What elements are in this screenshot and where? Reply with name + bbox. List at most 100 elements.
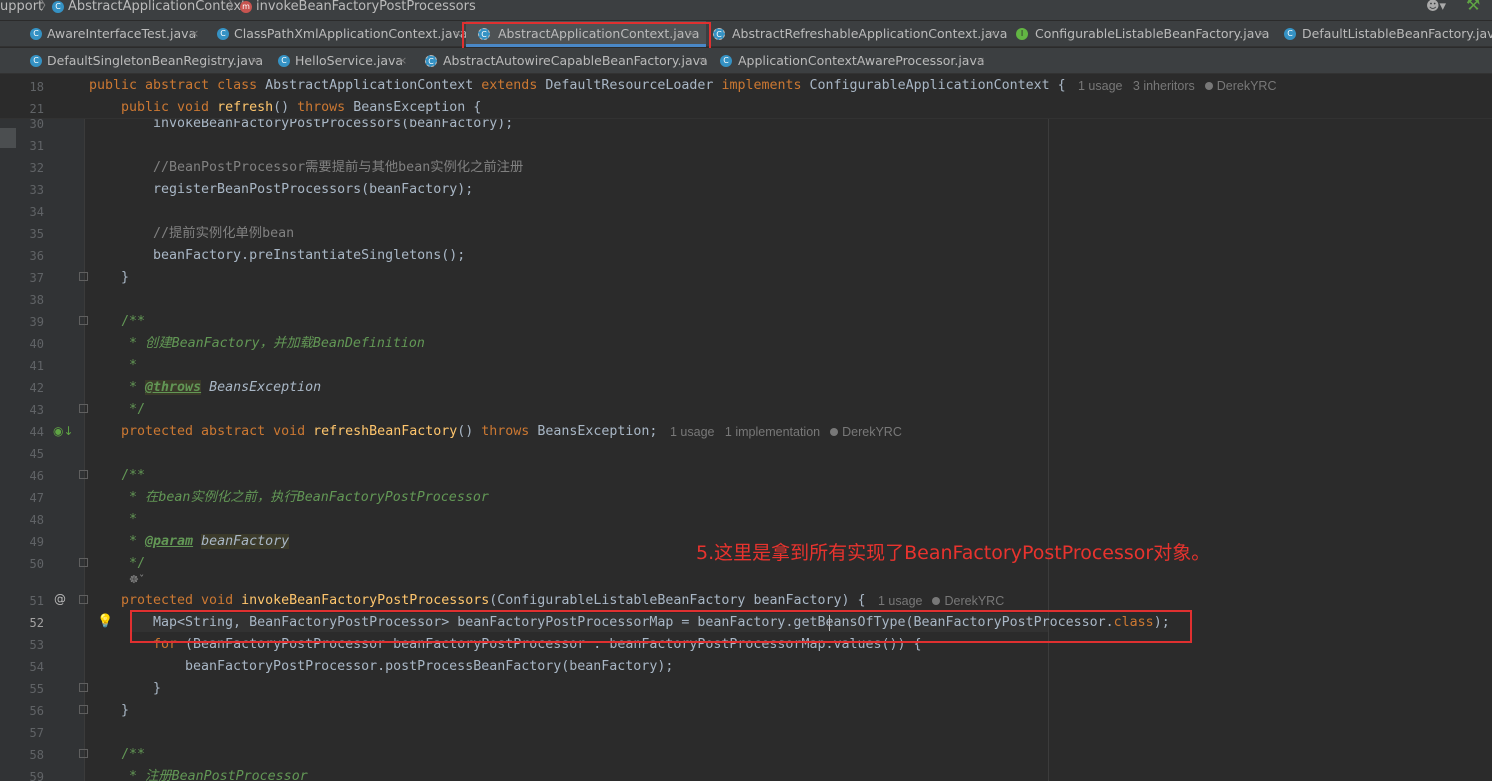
- code-line-37[interactable]: }: [121, 269, 129, 287]
- code-vision-hint[interactable]: 1 usage DerekYRC: [878, 594, 1004, 608]
- tab-default-singleton-bean-registry[interactable]: C DefaultSingletonBeanRegistry.java ×: [30, 48, 263, 74]
- fold-toggle-icon[interactable]: [79, 749, 88, 758]
- fold-toggle-icon[interactable]: [79, 470, 88, 479]
- line-number: 30: [29, 117, 44, 131]
- code-vision-hint[interactable]: 1 usage 3 inheritors DerekYRC: [1078, 79, 1277, 93]
- code-line-54[interactable]: beanFactoryPostProcessor.postProcessBean…: [185, 658, 673, 676]
- close-icon[interactable]: ×: [1257, 21, 1266, 47]
- code-line-46[interactable]: /**: [121, 467, 145, 485]
- gutter-separator: [84, 75, 85, 781]
- fold-toggle-icon[interactable]: [79, 595, 88, 604]
- editor-tabs-row-2: C DefaultSingletonBeanRegistry.java × C …: [0, 48, 1492, 74]
- line-number: 48: [29, 513, 44, 527]
- tab-default-listable-bean-factory[interactable]: C DefaultListableBeanFactory.java: [1284, 21, 1492, 47]
- line-number: 35: [29, 227, 44, 241]
- tab-aware-interface-test[interactable]: C AwareInterfaceTest.java ×: [30, 21, 202, 47]
- fold-toggle-icon[interactable]: [79, 404, 88, 413]
- code-line-56[interactable]: }: [121, 702, 129, 720]
- code-line-43[interactable]: */: [121, 401, 145, 419]
- line-number: 43: [29, 403, 44, 417]
- method-icon: m: [240, 1, 252, 13]
- highlight-box-line-52: [130, 610, 1192, 643]
- tab-application-context-aware-processor[interactable]: C ApplicationContextAwareProcessor.java …: [720, 48, 988, 74]
- fold-toggle-icon[interactable]: [79, 272, 88, 281]
- code-line-42[interactable]: * @throws BeansException: [121, 379, 321, 397]
- class-run-icon: C: [30, 28, 42, 40]
- fold-toggle-icon[interactable]: [79, 683, 88, 692]
- tab-label: ConfigurableListableBeanFactory.java: [1035, 26, 1270, 41]
- class-icon: C: [30, 55, 42, 67]
- author-icon: [830, 428, 839, 436]
- code-line-51[interactable]: protected void invokeBeanFactoryPostProc…: [121, 592, 874, 610]
- code-line-35[interactable]: //提前实例化单例bean: [153, 225, 294, 243]
- line-number: 47: [29, 491, 44, 505]
- close-icon[interactable]: ×: [698, 48, 707, 74]
- tab-label: DefaultListableBeanFactory.java: [1302, 26, 1492, 41]
- code-vision-hint[interactable]: 1 usage 1 implementation DerekYRC: [670, 425, 902, 439]
- line-number: 41: [29, 359, 44, 373]
- abstract-class-icon: C: [425, 55, 437, 67]
- code-line-58[interactable]: /**: [121, 746, 145, 764]
- tab-configurable-listable-bean-factory[interactable]: I ConfigurableListableBeanFactory.java ×: [1016, 21, 1269, 47]
- code-line-44[interactable]: protected abstract void refreshBeanFacto…: [121, 423, 657, 441]
- code-line-47[interactable]: * 在bean实例化之前，执行BeanFactoryPostProcessor: [121, 489, 489, 507]
- line-number: 18: [29, 80, 44, 94]
- code-line-32[interactable]: //BeanPostProcessor需要提前与其他bean实例化之前注册: [153, 159, 523, 177]
- code-line-18[interactable]: public abstract class AbstractApplicatio…: [89, 77, 1074, 95]
- fold-toggle-icon[interactable]: [79, 558, 88, 567]
- class-icon: C: [720, 55, 732, 67]
- line-number-current: 52: [29, 616, 44, 630]
- tab-abstract-autowire-capable-bean-factory[interactable]: C AbstractAutowireCapableBeanFactory.jav…: [425, 48, 711, 74]
- line-number: 46: [29, 469, 44, 483]
- code-line-49[interactable]: * @param beanFactory: [121, 533, 290, 551]
- code-line-55[interactable]: }: [153, 680, 161, 698]
- class-icon: C: [52, 1, 64, 13]
- tab-abstract-refreshable-application-context[interactable]: C AbstractRefreshableApplicationContext.…: [713, 21, 1007, 47]
- close-icon[interactable]: ×: [250, 48, 259, 74]
- line-number: 34: [29, 205, 44, 219]
- user-menu-icon[interactable]: ☻▾: [1426, 0, 1446, 13]
- abstract-class-icon: C: [713, 28, 725, 40]
- close-icon[interactable]: ×: [453, 21, 462, 47]
- fold-toggle-icon[interactable]: [79, 705, 88, 714]
- close-icon[interactable]: ×: [398, 48, 407, 74]
- tab-class-path-xml-application-context[interactable]: C ClassPathXmlApplicationContext.java ×: [217, 21, 468, 47]
- right-margin-guide: [1048, 118, 1049, 781]
- code-line-40[interactable]: * 创建BeanFactory，并加载BeanDefinition: [121, 335, 425, 353]
- tab-label: ApplicationContextAwareProcessor.java: [738, 53, 985, 68]
- tab-label: HelloService.java: [295, 53, 404, 68]
- line-number: 55: [29, 682, 44, 696]
- close-icon[interactable]: ×: [190, 21, 199, 47]
- line-number: 38: [29, 293, 44, 307]
- code-line-39[interactable]: /**: [121, 313, 145, 331]
- breadcrumb-item-class[interactable]: AbstractApplicationContext: [68, 0, 246, 13]
- author-icon: [932, 597, 941, 605]
- build-hammer-icon[interactable]: ⚒: [1466, 0, 1480, 13]
- code-line-41[interactable]: *: [121, 357, 137, 375]
- breadcrumb-item-package[interactable]: upport: [0, 0, 43, 13]
- breadcrumb-item-method[interactable]: invokeBeanFactoryPostProcessors: [256, 0, 476, 13]
- implemented-by-icon[interactable]: ◉↓: [53, 424, 74, 438]
- tab-hello-service[interactable]: C HelloService.java ×: [278, 48, 408, 74]
- tab-label: DefaultSingletonBeanRegistry.java: [47, 53, 263, 68]
- code-line-50[interactable]: */: [121, 555, 145, 573]
- close-icon[interactable]: ×: [976, 48, 985, 74]
- tab-label: AwareInterfaceTest.java: [47, 26, 197, 41]
- fold-toggle-icon[interactable]: [79, 316, 88, 325]
- code-line-48[interactable]: *: [121, 511, 137, 529]
- line-number: 21: [29, 102, 44, 116]
- code-line-59[interactable]: * 注册BeanPostProcessor: [121, 768, 308, 781]
- override-at-icon[interactable]: @: [54, 592, 66, 606]
- line-number: 37: [29, 271, 44, 285]
- code-line-33[interactable]: registerBeanPostProcessors(beanFactory);: [153, 181, 473, 199]
- code-line-21[interactable]: public void refresh() throws BeansExcept…: [121, 99, 481, 117]
- annotation-note: 5.这里是拿到所有实现了BeanFactoryPostProcessor对象。: [696, 542, 1211, 564]
- line-number: 36: [29, 249, 44, 263]
- lightbulb-intention-icon[interactable]: 💡: [97, 614, 113, 629]
- render-doc-toggle-icon[interactable]: ☸ˇ: [129, 573, 144, 586]
- sticky-scroll-header[interactable]: 18 public abstract class AbstractApplica…: [0, 75, 1492, 119]
- line-number: 50: [29, 557, 44, 571]
- close-icon[interactable]: ×: [989, 21, 998, 47]
- code-line-36[interactable]: beanFactory.preInstantiateSingletons();: [153, 247, 465, 265]
- line-number: 57: [29, 726, 44, 740]
